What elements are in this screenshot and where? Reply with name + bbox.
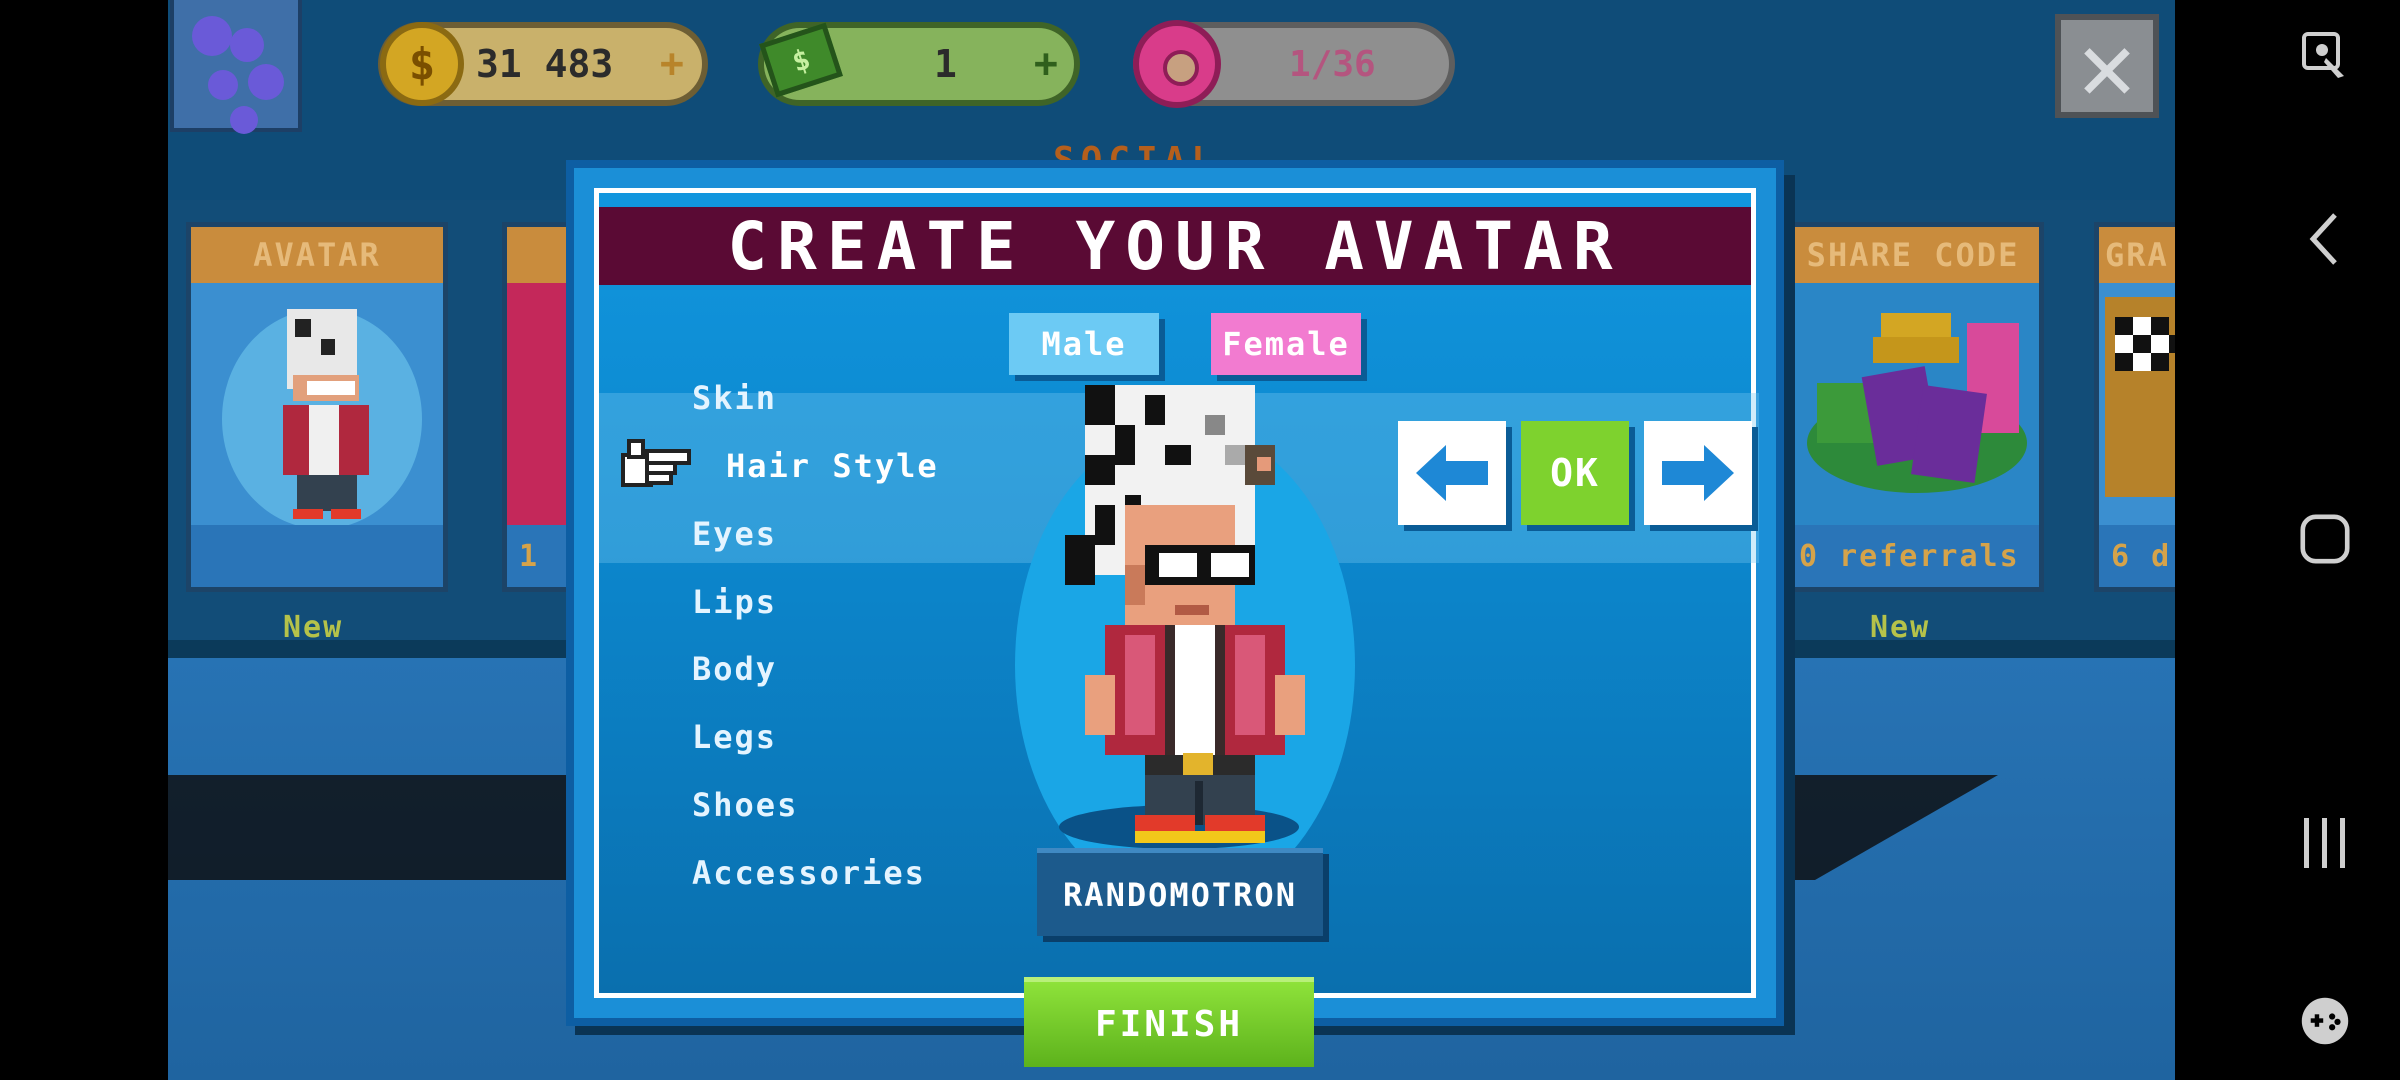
avatar-card-figure [222, 309, 422, 529]
card-footer [191, 525, 443, 587]
share-code-card[interactable]: SHARE CODE 0 referrals [1782, 222, 2044, 592]
menu-item-skin[interactable]: Skin [692, 379, 777, 417]
menu-item-shoes[interactable]: Shoes [692, 786, 798, 824]
previous-button[interactable] [1398, 421, 1506, 525]
coin-icon: $ [380, 22, 464, 106]
add-cash-button[interactable]: + [1034, 41, 1058, 87]
female-button[interactable]: Female [1211, 313, 1361, 375]
avatar-preview [1065, 385, 1305, 843]
grand-card[interactable]: GRA 6 d [2094, 222, 2175, 592]
add-coins-button[interactable]: + [660, 41, 684, 87]
avatar-card[interactable]: AVATAR [186, 222, 448, 592]
arrow-left-icon [1416, 445, 1488, 501]
dialog-title: CREATE YOUR AVATAR [599, 207, 1751, 285]
close-button[interactable]: ✕ [2055, 14, 2159, 118]
arrow-right-icon [1662, 445, 1734, 501]
menu-item-accessories[interactable]: Accessories [692, 854, 926, 892]
pointing-hand-icon [621, 439, 691, 487]
dialog-panel: CREATE YOUR AVATAR Male Female Skin Hair… [594, 188, 1759, 998]
menu-item-lips[interactable]: Lips [692, 583, 777, 621]
cash-value: 1 [934, 42, 957, 86]
menu-item-body[interactable]: Body [692, 650, 777, 688]
menu-item-legs[interactable]: Legs [692, 718, 777, 756]
card-title: SHARE CODE [1787, 227, 2039, 283]
menu-item-eyes[interactable]: Eyes [692, 515, 777, 553]
donut-icon [1133, 20, 1221, 108]
donuts-counter: 1/36 [1133, 20, 1455, 108]
card-title: GRA [2099, 227, 2175, 283]
card-new-badge: New [1870, 610, 1931, 645]
card-new-badge: New [283, 610, 344, 645]
rewards-illustration [1807, 313, 2027, 493]
system-navigation-bar [2175, 0, 2400, 1080]
cash-icon: $ [759, 22, 843, 98]
coins-value: 31 483 [476, 42, 614, 86]
ok-button[interactable]: OK [1521, 421, 1629, 525]
card-footer: 6 d [2099, 525, 2175, 587]
cash-counter[interactable]: $ 1 + [758, 22, 1080, 106]
card-footer: 0 referrals [1787, 525, 2039, 587]
male-button[interactable]: Male [1009, 313, 1159, 375]
finish-button[interactable]: FINISH [1024, 977, 1314, 1067]
recents-icon[interactable] [2300, 818, 2350, 868]
game-tools-icon[interactable] [2300, 996, 2350, 1046]
checkered-flag-icon [2105, 297, 2175, 497]
screen-capture-icon[interactable] [2300, 30, 2350, 80]
home-icon[interactable] [2300, 514, 2350, 564]
randomotron-button[interactable]: RANDOMOTRON [1037, 848, 1323, 936]
close-icon: ✕ [2078, 10, 2136, 122]
coins-counter[interactable]: $ 31 483 + [378, 22, 708, 106]
create-avatar-dialog: CREATE YOUR AVATAR Male Female Skin Hair… [566, 160, 1784, 1026]
menu-item-hair-style[interactable]: Hair Style [726, 447, 939, 485]
player-avatar-thumbnail[interactable] [170, 0, 302, 134]
next-button[interactable] [1644, 421, 1752, 525]
donuts-value: 1/36 [1289, 43, 1376, 85]
back-icon[interactable] [2300, 213, 2350, 265]
card-title: AVATAR [191, 227, 443, 283]
